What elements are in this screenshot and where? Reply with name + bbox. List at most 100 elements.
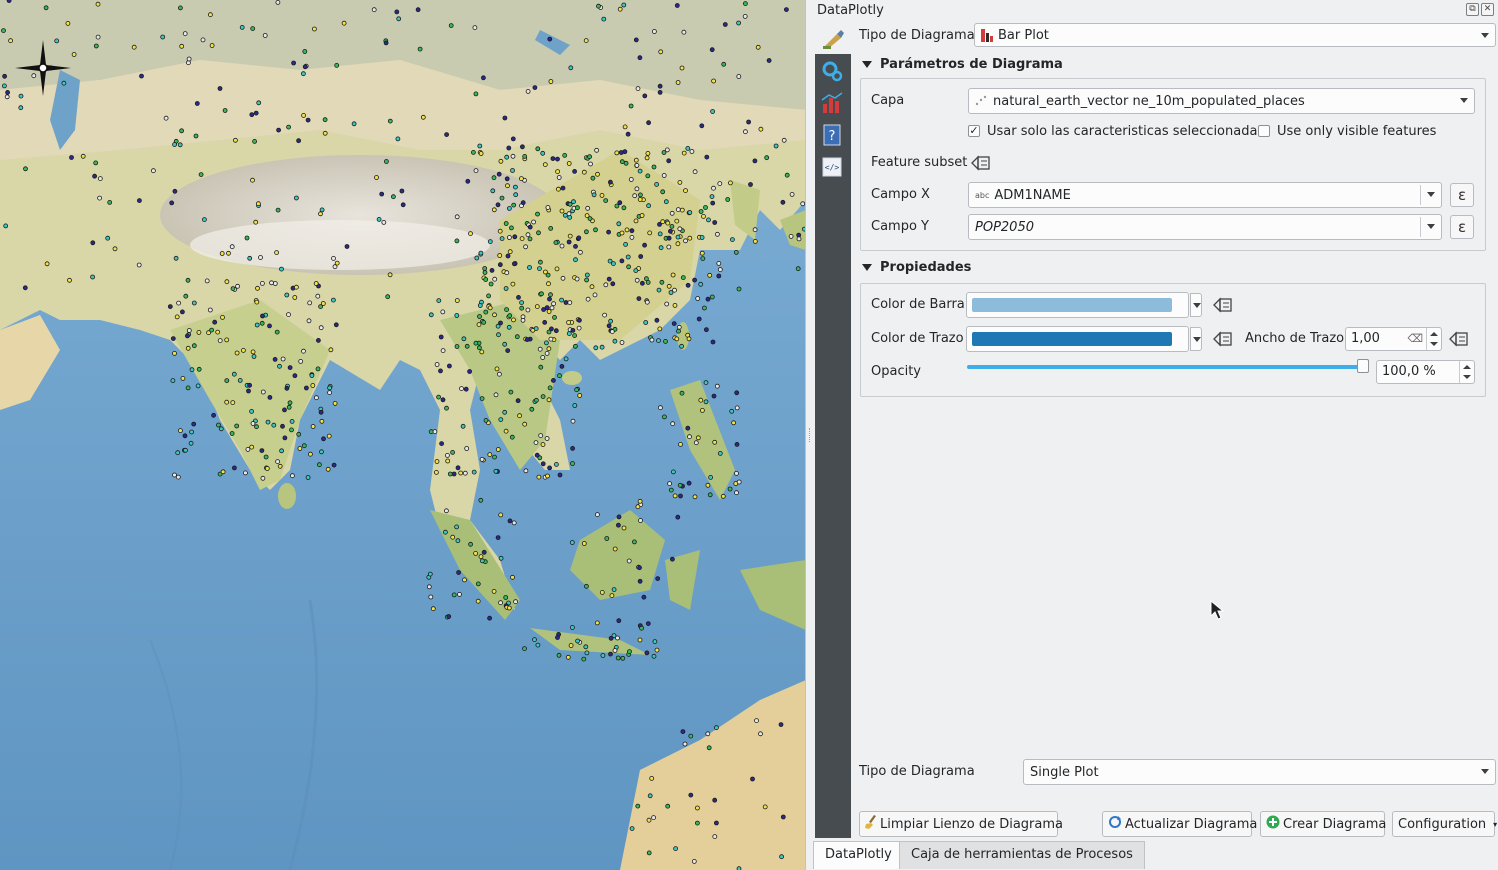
- clear-icon[interactable]: ⌫: [1407, 328, 1423, 350]
- place-point: [712, 439, 718, 445]
- chevron-down-icon[interactable]: [1190, 327, 1202, 351]
- place-point: [468, 231, 473, 237]
- place-point: [681, 29, 687, 35]
- plot-params-header[interactable]: Parámetros de Diagrama: [862, 57, 1063, 72]
- place-point: [482, 270, 488, 275]
- place-point: [504, 176, 510, 182]
- y-expression-button[interactable]: ε: [1450, 215, 1474, 239]
- plot-mode-combo[interactable]: Single Plot: [1023, 759, 1496, 785]
- place-point: [625, 131, 631, 137]
- map-canvas[interactable]: [0, 0, 806, 870]
- dock-splitter[interactable]: [806, 0, 815, 870]
- data-defined-icon[interactable]: [1448, 328, 1470, 350]
- tab-processing-toolbox[interactable]: Caja de herramientas de Procesos: [899, 841, 1145, 869]
- data-defined-icon[interactable]: [1212, 328, 1234, 350]
- opacity-slider-track[interactable]: [967, 365, 1363, 369]
- data-defined-icon[interactable]: [970, 152, 992, 174]
- place-point: [730, 237, 735, 243]
- clear-plot-button[interactable]: Limpiar Lienzo de Diagrama: [859, 811, 1063, 837]
- place-point: [595, 512, 600, 517]
- place-point: [454, 238, 460, 244]
- help-icon[interactable]: ?: [819, 122, 845, 148]
- place-point: [477, 303, 483, 308]
- place-point: [503, 595, 509, 600]
- spin-arrows[interactable]: [1426, 328, 1441, 350]
- place-point: [289, 418, 295, 424]
- y-field-combo[interactable]: POP2050: [968, 214, 1442, 240]
- place-point: [520, 144, 525, 150]
- settings-icon[interactable]: [819, 58, 845, 84]
- stroke-color-button[interactable]: [966, 326, 1202, 352]
- place-point: [709, 47, 715, 53]
- place-point: [305, 117, 311, 123]
- place-point: [511, 202, 517, 208]
- place-point: [734, 390, 740, 396]
- plot-icon[interactable]: [819, 90, 845, 116]
- create-plot-button[interactable]: Crear Diagrama: [1260, 811, 1386, 837]
- place-point: [515, 398, 521, 404]
- place-point: [509, 434, 515, 440]
- place-point: [577, 393, 583, 398]
- chevron-down-icon[interactable]: [1190, 293, 1202, 317]
- place-point: [549, 305, 555, 311]
- place-point: [677, 179, 683, 185]
- place-point: [588, 161, 593, 167]
- place-point: [758, 731, 763, 737]
- place-point: [784, 7, 789, 13]
- place-point: [590, 175, 596, 181]
- place-point: [396, 16, 402, 22]
- opacity-slider-handle[interactable]: [1357, 359, 1369, 373]
- spin-arrows[interactable]: [1459, 361, 1474, 383]
- chevron-down-icon: ▾: [1493, 819, 1498, 829]
- place-point: [420, 114, 426, 120]
- place-point: [698, 209, 704, 214]
- place-point: [201, 217, 207, 223]
- place-point: [504, 270, 510, 276]
- configuration-button[interactable]: Configuration ▾: [1392, 811, 1498, 837]
- layer-combo[interactable]: natural_earth_vector ne_10m_populated_pl…: [968, 88, 1475, 114]
- place-point: [669, 210, 675, 216]
- place-point: [440, 309, 446, 315]
- place-point: [593, 345, 599, 351]
- place-point: [481, 319, 487, 325]
- place-point: [427, 571, 433, 577]
- bar-color-button[interactable]: [966, 292, 1202, 318]
- properties-header[interactable]: Propiedades: [862, 260, 971, 275]
- place-point: [498, 600, 504, 606]
- place-point: [633, 157, 639, 163]
- selected-only-checkbox[interactable]: ✓: [968, 125, 980, 137]
- close-icon[interactable]: ✕: [1481, 3, 1494, 16]
- place-point: [734, 405, 740, 411]
- place-point: [332, 264, 338, 270]
- place-point: [194, 101, 200, 106]
- dock-title: DataPlotly: [817, 3, 884, 18]
- x-field-combo[interactable]: abc ADM1NAME: [968, 182, 1442, 208]
- place-point: [612, 338, 618, 344]
- code-icon[interactable]: </>: [819, 154, 845, 180]
- float-icon[interactable]: ⧉: [1466, 3, 1479, 16]
- tab-dataplotly[interactable]: DataPlotly: [813, 841, 904, 869]
- place-point: [494, 366, 500, 372]
- brush-icon[interactable]: [819, 26, 847, 52]
- place-point: [606, 323, 612, 329]
- place-point: [721, 61, 727, 67]
- place-point: [490, 188, 496, 194]
- plot-type-combo[interactable]: Bar Plot: [974, 23, 1496, 47]
- place-point: [303, 385, 309, 391]
- update-plot-button[interactable]: Actualizar Diagrama: [1102, 811, 1257, 837]
- place-point: [394, 9, 400, 15]
- place-point: [211, 412, 217, 418]
- dock-tabbar: DataPlotly Caja de herramientas de Proce…: [813, 841, 1498, 870]
- data-defined-icon[interactable]: [1212, 294, 1234, 316]
- x-expression-button[interactable]: ε: [1450, 183, 1474, 207]
- place-point: [90, 274, 95, 280]
- place-point: [325, 466, 331, 472]
- place-point: [249, 408, 255, 414]
- place-point: [459, 386, 464, 392]
- place-point: [438, 334, 444, 340]
- place-point: [260, 313, 265, 319]
- place-point: [576, 235, 582, 241]
- stroke-width-spinbox[interactable]: 1,00 ⌫: [1345, 327, 1442, 351]
- visible-only-checkbox[interactable]: [1258, 125, 1270, 137]
- opacity-spinbox[interactable]: 100,0 %: [1376, 360, 1475, 384]
